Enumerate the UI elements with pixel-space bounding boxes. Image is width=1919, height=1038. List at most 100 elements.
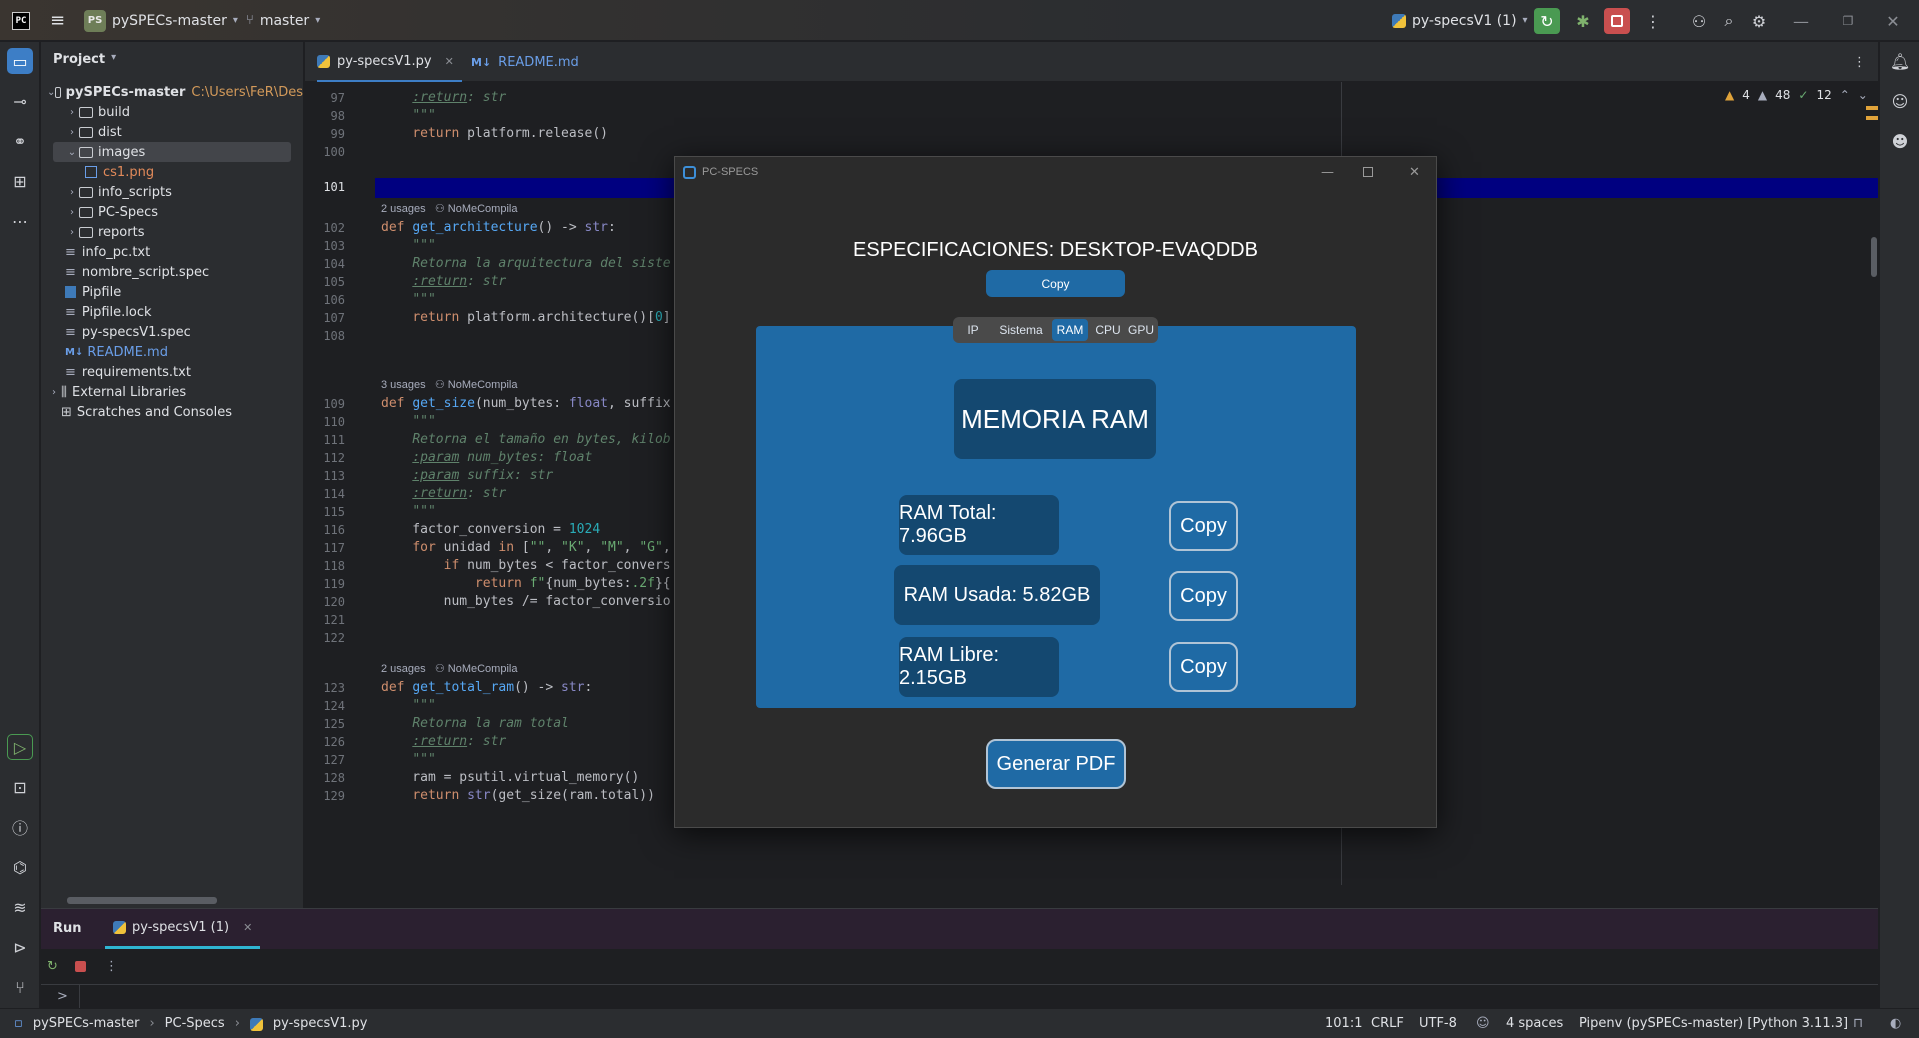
tree-item[interactable]: ≡ Pipfile.lock xyxy=(41,302,303,322)
run-config-selector[interactable]: py-specsV1 (1) ▾ xyxy=(1392,0,1528,41)
project-tool-button[interactable]: ▭ xyxy=(7,48,33,74)
python-icon xyxy=(249,1018,263,1031)
breadcrumb-item[interactable]: py-specsV1.py xyxy=(273,1016,368,1031)
close-tab-icon[interactable]: ✕ xyxy=(243,921,252,934)
stop-button[interactable] xyxy=(1604,8,1630,34)
main-menu-button[interactable]: ≡ xyxy=(50,0,65,41)
tree-root[interactable]: ⌄ pySPECs-master C:\Users\FeR\Des xyxy=(41,82,303,102)
tree-item[interactable]: ⌄ images xyxy=(53,142,291,162)
minimize-button[interactable]: — xyxy=(1788,8,1814,34)
notifications-button[interactable]: 🔔︎ xyxy=(1887,48,1913,74)
tree-item[interactable]: › build xyxy=(41,102,303,122)
vertical-scrollbar[interactable] xyxy=(1871,237,1877,277)
file-encoding[interactable]: UTF-8 xyxy=(1419,1016,1457,1031)
inspection-widget[interactable]: ▲ 4 ▲ 48 ✓ 12 ⌃ ⌄ xyxy=(1725,88,1868,102)
tree-item[interactable]: ≡ nombre_script.spec xyxy=(41,262,303,282)
indent-setting[interactable]: 4 spaces xyxy=(1506,1016,1563,1031)
rerun-button[interactable]: ↻ xyxy=(1534,8,1560,34)
tree-item[interactable]: › dist xyxy=(41,122,303,142)
debug-button[interactable]: ✱ xyxy=(1570,8,1596,34)
commit-tool-button[interactable]: ⊸ xyxy=(7,88,33,114)
branch-switcher[interactable]: ⑂ master ▾ xyxy=(246,0,320,41)
usage-author[interactable]: NoMeCompila xyxy=(448,379,518,391)
structure-tool-button[interactable]: ⊞ xyxy=(7,168,33,194)
tree-item-label: images xyxy=(98,144,146,160)
tab-ram[interactable]: RAM xyxy=(1052,319,1088,341)
breadcrumb-item[interactable]: PC-Specs xyxy=(165,1016,225,1031)
ai-assistant-button[interactable]: ☺ xyxy=(1887,88,1913,114)
tab-ip[interactable]: IP xyxy=(957,319,989,341)
tree-item[interactable]: › reports xyxy=(41,222,303,242)
close-button[interactable]: ✕ xyxy=(1409,165,1420,180)
usage-count[interactable]: 3 usages xyxy=(381,379,426,391)
add-user-button[interactable]: ⚇ xyxy=(1686,8,1712,34)
project-panel-header[interactable]: Project ▾ xyxy=(53,52,116,67)
caret-position[interactable]: 101:1 xyxy=(1325,1016,1362,1031)
tree-item[interactable]: ≡ info_pc.txt xyxy=(41,242,303,262)
tree-item[interactable]: ≡ py-specsV1.spec xyxy=(41,322,303,342)
restore-button[interactable]: ❐ xyxy=(1835,8,1861,34)
tree-item[interactable]: ≡ requirements.txt xyxy=(41,362,303,382)
usage-count[interactable]: 2 usages xyxy=(381,203,426,215)
settings-button[interactable]: ⚙ xyxy=(1746,8,1772,34)
structure-icon: ⊞ xyxy=(13,171,27,191)
copy-hostname-button[interactable]: Copy xyxy=(986,270,1125,297)
maximize-button[interactable] xyxy=(1363,167,1373,177)
rerun-icon[interactable]: ↻ xyxy=(47,959,58,974)
python-packages-button[interactable]: ≋ xyxy=(7,894,33,920)
more-tools-button[interactable]: ⋯ xyxy=(7,208,33,234)
stop-icon[interactable] xyxy=(75,961,86,972)
ai-status-icon[interactable]: ☺ xyxy=(1476,1016,1490,1031)
tab-py-specsV1[interactable]: py-specsV1.py ✕ xyxy=(317,42,462,82)
tab-readme[interactable]: M↓ README.md xyxy=(471,42,579,82)
copy-ram-used-button[interactable]: Copy xyxy=(1169,571,1238,621)
chevron-down-icon[interactable]: ⌄ xyxy=(1858,88,1868,102)
generate-pdf-button[interactable]: Generar PDF xyxy=(986,739,1126,789)
copy-ram-total-button[interactable]: Copy xyxy=(1169,501,1238,551)
tree-item[interactable]: › info_scripts xyxy=(41,182,303,202)
close-button[interactable]: ✕ xyxy=(1880,8,1906,34)
breadcrumb-item[interactable]: pySPECs-master xyxy=(33,1016,140,1031)
more-actions-button[interactable]: ⋮ xyxy=(1640,8,1666,34)
tree-item[interactable]: cs1.png xyxy=(41,162,303,182)
notification-dot-icon[interactable]: ◐ xyxy=(1890,1016,1901,1031)
line-separator[interactable]: CRLF xyxy=(1371,1016,1404,1031)
problems-tool-button[interactable]: ⓘ xyxy=(7,814,33,840)
python-console-button[interactable]: ⌬ xyxy=(7,854,33,880)
usage-author[interactable]: NoMeCompila xyxy=(448,203,518,215)
tree-item[interactable]: M↓ README.md xyxy=(41,342,303,362)
search-everywhere-button[interactable]: ⌕ xyxy=(1716,8,1742,34)
usage-count[interactable]: 2 usages xyxy=(381,663,426,675)
run-tab[interactable]: py-specsV1 (1) ✕ xyxy=(105,909,261,949)
interpreter[interactable]: Pipenv (pySPECs-master) [Python 3.11.3] xyxy=(1579,1016,1848,1031)
chevron-up-icon[interactable]: ⌃ xyxy=(1840,88,1850,102)
tab-cpu[interactable]: CPU xyxy=(1093,319,1123,341)
tree-item-label: External Libraries xyxy=(71,384,187,400)
chevron-down-icon: ▾ xyxy=(232,15,238,26)
horizontal-scrollbar[interactable] xyxy=(67,897,217,904)
copilot-button[interactable]: ☻ xyxy=(1887,128,1913,154)
tree-item[interactable]: ⊞ Scratches and Consoles xyxy=(41,402,303,422)
tree-item[interactable]: › ⫼ External Libraries xyxy=(41,382,303,402)
lock-icon[interactable]: ⊓ xyxy=(1853,1016,1863,1031)
search-icon: ⌕ xyxy=(1724,11,1734,30)
tree-item-label: nombre_script.spec xyxy=(81,264,210,280)
git-tool-button[interactable]: ⑂ xyxy=(7,974,33,1000)
pull-requests-button[interactable]: ⚭ xyxy=(7,128,33,154)
line-number: 120 xyxy=(323,595,345,609)
services-tool-button[interactable]: ⊳ xyxy=(7,934,33,960)
editor-options-button[interactable]: ⋮ xyxy=(1853,42,1866,82)
kebab-icon[interactable]: ⋮ xyxy=(105,959,118,974)
close-tab-icon[interactable]: ✕ xyxy=(445,55,454,68)
tree-item[interactable]: › PC-Specs xyxy=(41,202,303,222)
run-tool-button[interactable]: ▷ xyxy=(7,734,33,760)
project-switcher[interactable]: PS pySPECs-master ▾ xyxy=(84,0,238,41)
tree-item[interactable]: Pipfile xyxy=(41,282,303,302)
line-number: 123 xyxy=(323,681,345,695)
terminal-tool-button[interactable]: ⊡ xyxy=(7,774,33,800)
usage-author[interactable]: NoMeCompila xyxy=(448,663,518,675)
tab-sistema[interactable]: Sistema xyxy=(995,319,1047,341)
tab-gpu[interactable]: GPU xyxy=(1126,319,1156,341)
copy-ram-free-button[interactable]: Copy xyxy=(1169,642,1238,692)
minimize-button[interactable]: — xyxy=(1321,165,1334,180)
